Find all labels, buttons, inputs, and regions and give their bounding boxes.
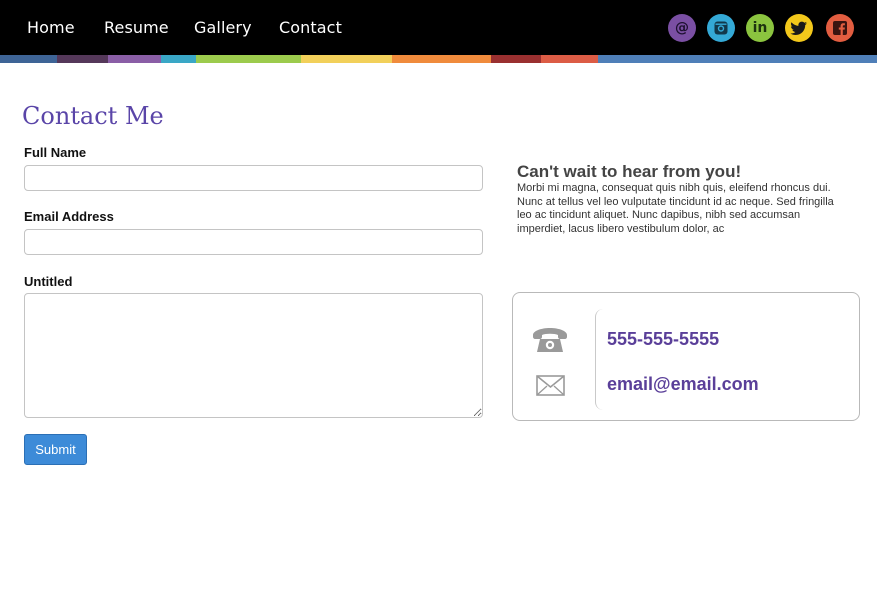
message-textarea[interactable] bbox=[24, 293, 483, 418]
nav-link-gallery[interactable]: Gallery bbox=[194, 18, 252, 37]
stripe-segment bbox=[541, 55, 598, 63]
stripe-segment bbox=[108, 55, 161, 63]
social-twitter-button[interactable] bbox=[785, 14, 813, 42]
facebook-icon bbox=[832, 20, 848, 36]
telephone-icon bbox=[531, 326, 569, 359]
message-label: Untitled bbox=[24, 274, 73, 289]
email-address-input[interactable] bbox=[24, 229, 483, 255]
promo-body-text: Morbi mi magna, consequat quis nibh quis… bbox=[517, 182, 834, 235]
email-address-label: Email Address bbox=[24, 209, 114, 224]
instagram-icon bbox=[713, 20, 729, 36]
stripe-segment bbox=[301, 55, 392, 63]
page-title: Contact Me bbox=[22, 102, 164, 130]
stripe-segment bbox=[392, 55, 491, 63]
card-divider bbox=[595, 309, 606, 410]
stripe-segment bbox=[161, 55, 196, 63]
social-facebook-button[interactable] bbox=[826, 14, 854, 42]
email-address-value: email@email.com bbox=[607, 374, 759, 394]
color-stripe bbox=[0, 55, 877, 63]
envelope-icon bbox=[536, 375, 565, 401]
contact-info-card: 555-555-5555 email@email.com bbox=[512, 292, 860, 421]
submit-button[interactable]: Submit bbox=[24, 434, 87, 465]
email-icon: @ bbox=[675, 20, 689, 36]
phone-number: 555-555-5555 bbox=[607, 329, 720, 349]
promo-heading: Can't wait to hear from you! bbox=[517, 162, 742, 181]
twitter-icon bbox=[790, 20, 808, 36]
top-navigation-bar: Home Resume Gallery Contact @ in bbox=[0, 0, 877, 55]
nav-link-resume[interactable]: Resume bbox=[104, 18, 169, 37]
stripe-segment bbox=[196, 55, 301, 63]
nav-link-contact[interactable]: Contact bbox=[279, 18, 342, 37]
stripe-segment bbox=[491, 55, 541, 63]
full-name-input[interactable] bbox=[24, 165, 483, 191]
social-email-button[interactable]: @ bbox=[668, 14, 696, 42]
full-name-label: Full Name bbox=[24, 145, 87, 160]
social-linkedin-button[interactable]: in bbox=[746, 14, 774, 42]
linkedin-icon: in bbox=[752, 20, 768, 36]
nav-link-home[interactable]: Home bbox=[27, 18, 75, 37]
stripe-segment bbox=[0, 55, 57, 63]
stripe-segment bbox=[598, 55, 877, 63]
social-instagram-button[interactable] bbox=[707, 14, 735, 42]
stripe-segment bbox=[57, 55, 108, 63]
